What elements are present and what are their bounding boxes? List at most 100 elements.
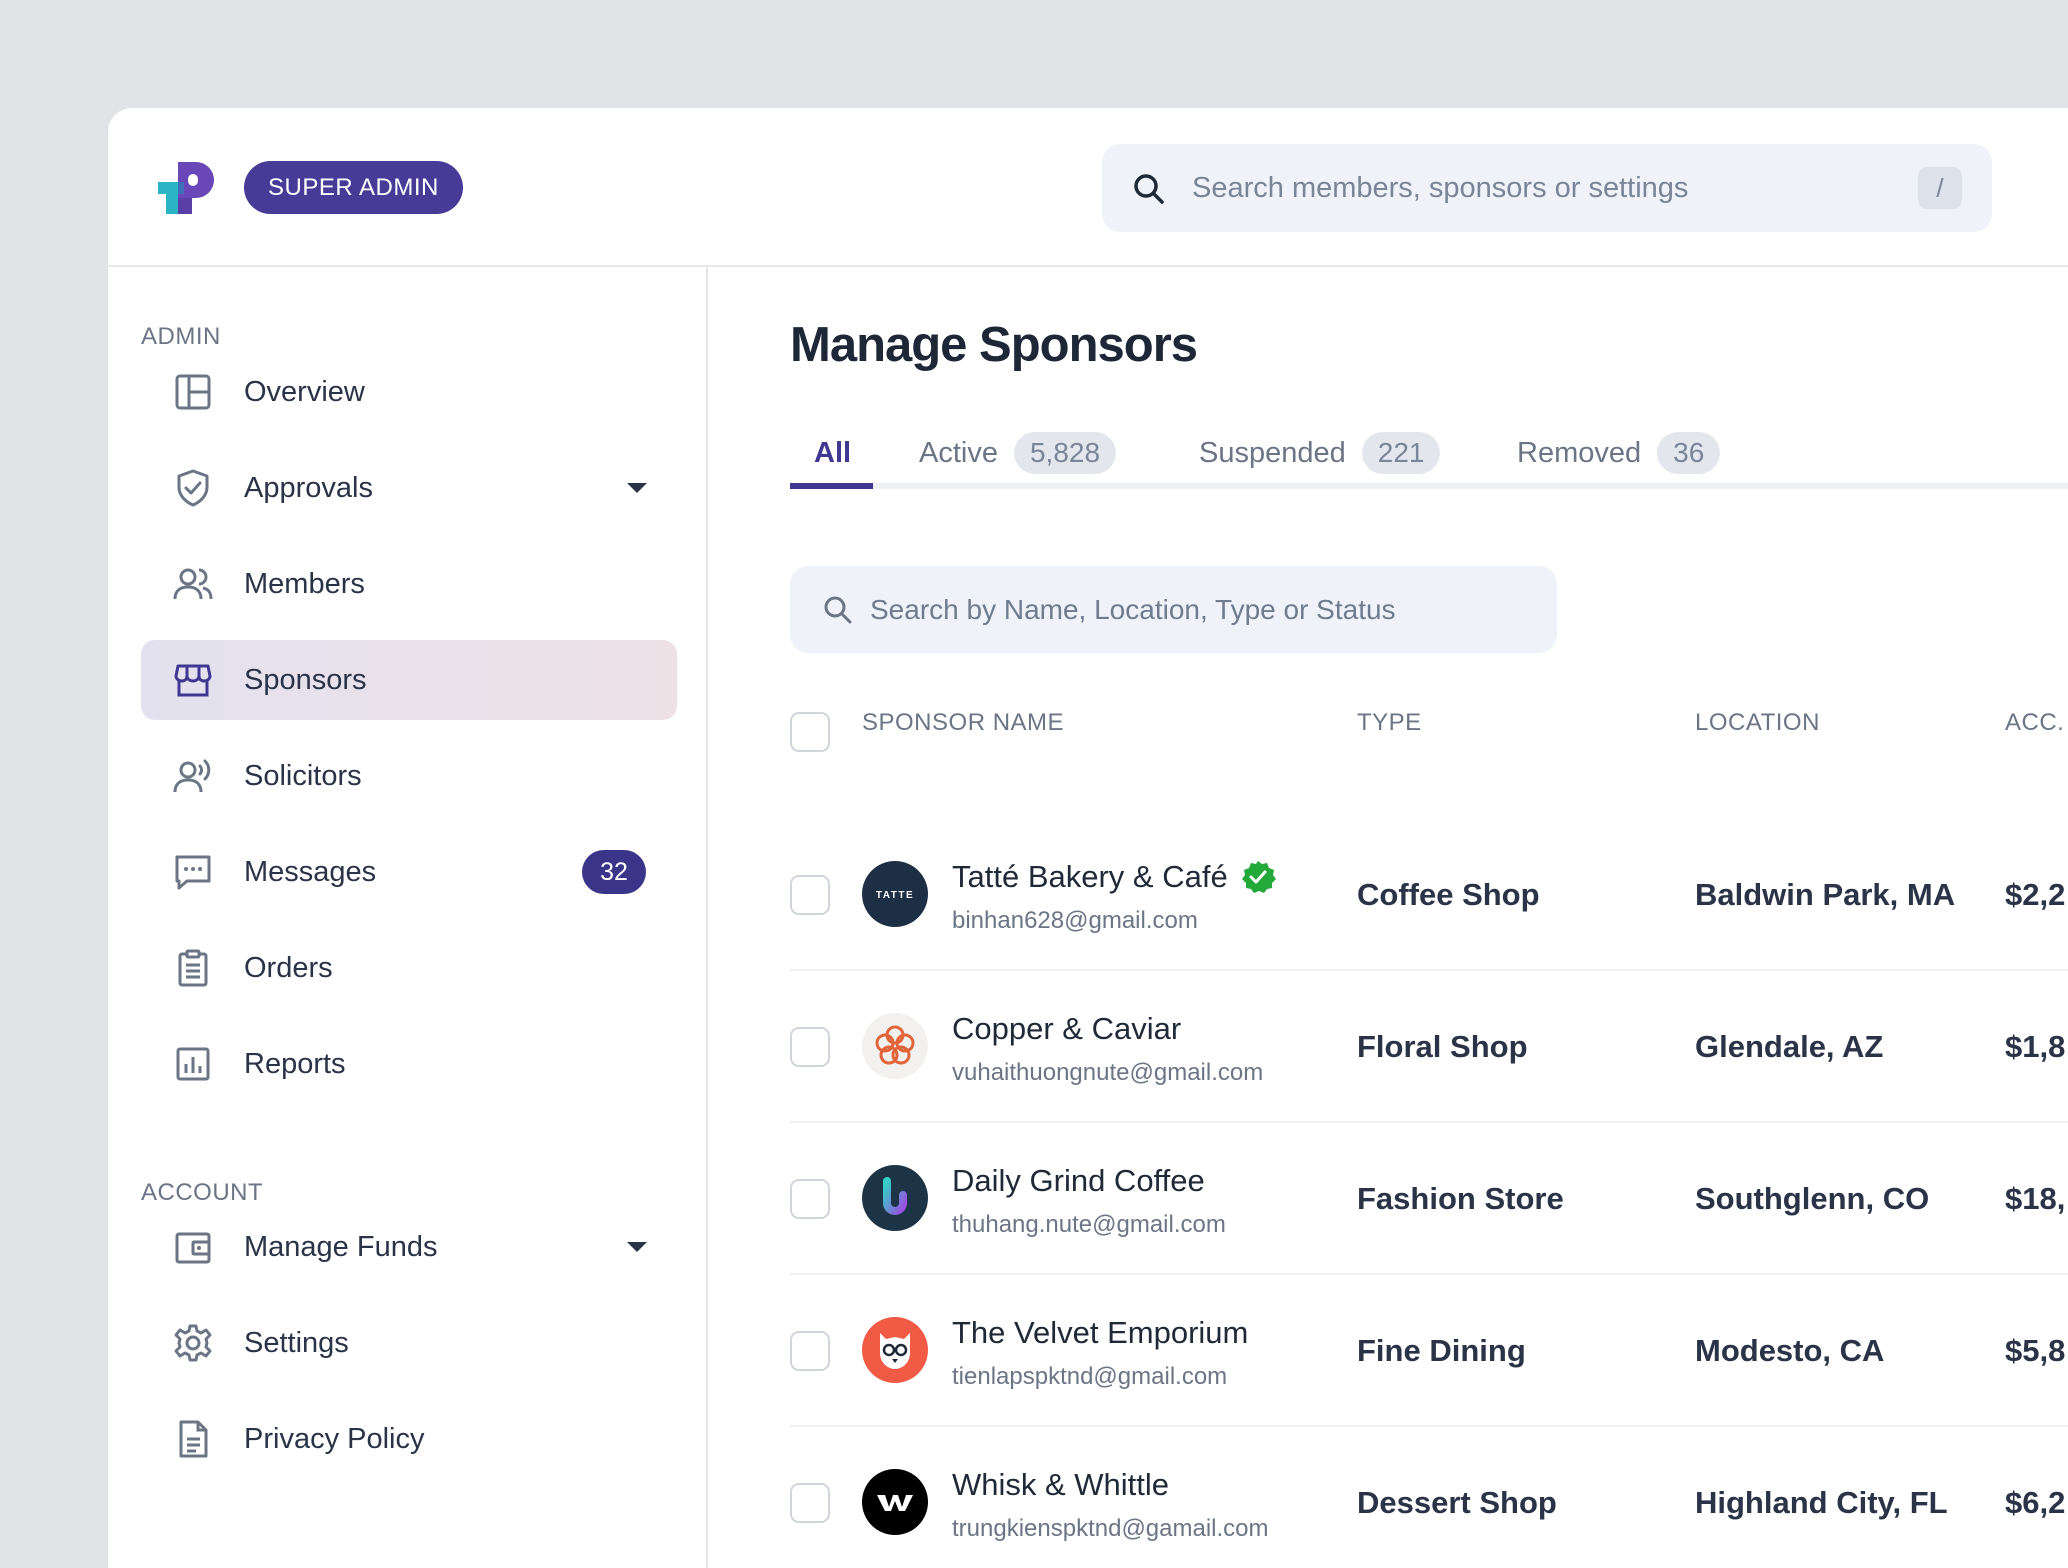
sidebar-item-members[interactable]: Members: [141, 544, 677, 624]
row-checkbox[interactable]: [790, 1027, 830, 1067]
global-search[interactable]: /: [1102, 144, 1992, 232]
table-row[interactable]: The Velvet Emporium tienlapspktnd@gmail.…: [790, 1275, 2068, 1427]
sponsor-location: Glendale, AZ: [1695, 1029, 1884, 1064]
storefront-icon: [174, 664, 212, 697]
column-header-location[interactable]: LOCATION: [1695, 709, 1820, 737]
document-icon: [179, 1420, 208, 1458]
column-header-account[interactable]: ACC.: [2005, 709, 2064, 737]
sidebar-item-reports[interactable]: Reports: [141, 1024, 677, 1104]
sidebar-item-orders[interactable]: Orders: [141, 928, 677, 1008]
sponsor-name[interactable]: The Velvet Emporium: [952, 1315, 1248, 1351]
account-section-label: ACCOUNT: [141, 1179, 264, 1206]
sidebar-item-label: Solicitors: [244, 760, 362, 792]
role-badge: SUPER ADMIN: [244, 161, 463, 214]
sidebar-item-sponsors[interactable]: Sponsors: [141, 640, 677, 720]
sponsor-search-input[interactable]: [870, 566, 1530, 653]
sidebar-item-messages[interactable]: Messages 32: [141, 832, 677, 912]
sidebar-item-approvals[interactable]: Approvals: [141, 448, 677, 528]
logo-text: TATTE: [876, 890, 914, 901]
tab-label: Suspended: [1199, 437, 1346, 469]
global-search-input[interactable]: [1192, 144, 1872, 232]
sponsor-type: Coffee Shop: [1357, 877, 1540, 912]
tab-all[interactable]: All: [814, 432, 851, 489]
u-logo-icon: [883, 1177, 907, 1215]
sponsor-location: Highland City, FL: [1695, 1485, 1948, 1520]
sponsor-account: $5,8: [2005, 1333, 2066, 1368]
sponsor-location: Southglenn, CO: [1695, 1181, 1930, 1216]
tab-removed[interactable]: Removed 36: [1517, 432, 1721, 489]
message-icon: [175, 855, 211, 890]
sponsor-location: Modesto, CA: [1695, 1333, 1885, 1368]
unread-count-badge: 32: [582, 850, 646, 894]
owl-logo-icon: [880, 1333, 910, 1369]
sidebar-item-label: Members: [244, 568, 365, 600]
sponsor-name[interactable]: Tatté Bakery & Café: [952, 859, 1228, 895]
sponsor-logo: [862, 1013, 928, 1079]
row-checkbox[interactable]: [790, 1179, 830, 1219]
tab-label: Removed: [1517, 437, 1642, 469]
tab-count-badge: 36: [1657, 432, 1721, 474]
sponsor-account: $2,2: [2005, 877, 2066, 912]
top-header: SUPER ADMIN /: [108, 108, 2068, 267]
sponsor-email: tienlapspktnd@gmail.com: [952, 1363, 1228, 1390]
sponsor-name[interactable]: Daily Grind Coffee: [952, 1163, 1205, 1199]
search-icon: [1134, 174, 1164, 204]
main-content: Manage Sponsors All Active 5,828 Suspend…: [710, 267, 2068, 1568]
sponsor-search[interactable]: [790, 566, 1557, 653]
page-title: Manage Sponsors: [790, 318, 1198, 372]
tab-suspended[interactable]: Suspended 221: [1199, 432, 1441, 489]
gear-icon: [174, 1324, 212, 1362]
row-checkbox[interactable]: [790, 1483, 830, 1523]
sidebar-item-label: Approvals: [244, 472, 373, 504]
sponsor-type: Dessert Shop: [1357, 1485, 1557, 1520]
status-tabs: All Active 5,828 Suspended 221 Removed 3…: [790, 432, 2068, 489]
table-row[interactable]: Copper & Caviar vuhaithuongnute@gmail.co…: [790, 971, 2068, 1123]
sidebar-item-overview[interactable]: Overview: [141, 352, 677, 432]
tab-active[interactable]: Active 5,828: [919, 432, 1117, 489]
flower-logo-icon: [875, 1025, 915, 1065]
chevron-down-icon[interactable]: [627, 483, 647, 493]
app-window: SUPER ADMIN / ADMIN Overview: [108, 108, 2068, 1568]
sponsor-type: Floral Shop: [1357, 1029, 1528, 1064]
table-row[interactable]: TATTE Tatté Bakery & Café binhan628@gmai…: [790, 819, 2068, 971]
shield-check-icon: [177, 469, 209, 507]
table-row[interactable]: Whisk & Whittle trungkienspktnd@gamail.c…: [790, 1427, 2068, 1568]
sponsor-logo: [862, 1469, 928, 1535]
sponsor-account: $6,2: [2005, 1485, 2066, 1520]
wallet-icon: [175, 1232, 211, 1264]
sidebar-item-privacy-policy[interactable]: Privacy Policy: [141, 1399, 677, 1479]
row-checkbox[interactable]: [790, 875, 830, 915]
sidebar-item-label: Overview: [244, 376, 365, 408]
sponsor-type: Fashion Store: [1357, 1181, 1564, 1216]
layout-icon: [175, 374, 211, 410]
sidebar: ADMIN Overview Approvals Members Sponsor…: [108, 267, 708, 1568]
column-header-sponsor-name[interactable]: SPONSOR NAME: [862, 709, 1064, 737]
admin-section-label: ADMIN: [141, 323, 221, 350]
sponsor-name[interactable]: Whisk & Whittle: [952, 1467, 1169, 1503]
sidebar-item-label: Manage Funds: [244, 1231, 438, 1263]
clipboard-icon: [178, 949, 208, 987]
sponsor-email: thuhang.nute@gmail.com: [952, 1211, 1226, 1238]
sidebar-item-solicitors[interactable]: Solicitors: [141, 736, 677, 816]
sponsor-logo: [862, 1317, 928, 1383]
sponsor-name[interactable]: Copper & Caviar: [952, 1011, 1181, 1047]
sponsor-logo: TATTE: [862, 861, 928, 927]
sidebar-item-label: Messages: [244, 856, 377, 888]
sponsor-email: binhan628@gmail.com: [952, 907, 1198, 934]
sponsor-logo: [862, 1165, 928, 1231]
chevron-down-icon[interactable]: [627, 1242, 647, 1252]
sponsor-email: vuhaithuongnute@gmail.com: [952, 1059, 1264, 1086]
sidebar-item-settings[interactable]: Settings: [141, 1303, 677, 1383]
users-icon: [173, 568, 213, 600]
w-logo-icon: [877, 1495, 913, 1511]
sidebar-item-label: Orders: [244, 952, 333, 984]
app-logo[interactable]: [158, 160, 216, 216]
column-header-type[interactable]: TYPE: [1357, 709, 1422, 737]
table-row[interactable]: Daily Grind Coffee thuhang.nute@gmail.co…: [790, 1123, 2068, 1275]
select-all-checkbox[interactable]: [790, 712, 830, 752]
sidebar-item-label: Privacy Policy: [244, 1423, 425, 1455]
row-checkbox[interactable]: [790, 1331, 830, 1371]
sidebar-item-manage-funds[interactable]: Manage Funds: [141, 1207, 677, 1287]
sidebar-item-label: Settings: [244, 1327, 349, 1359]
bar-chart-icon: [176, 1047, 210, 1081]
